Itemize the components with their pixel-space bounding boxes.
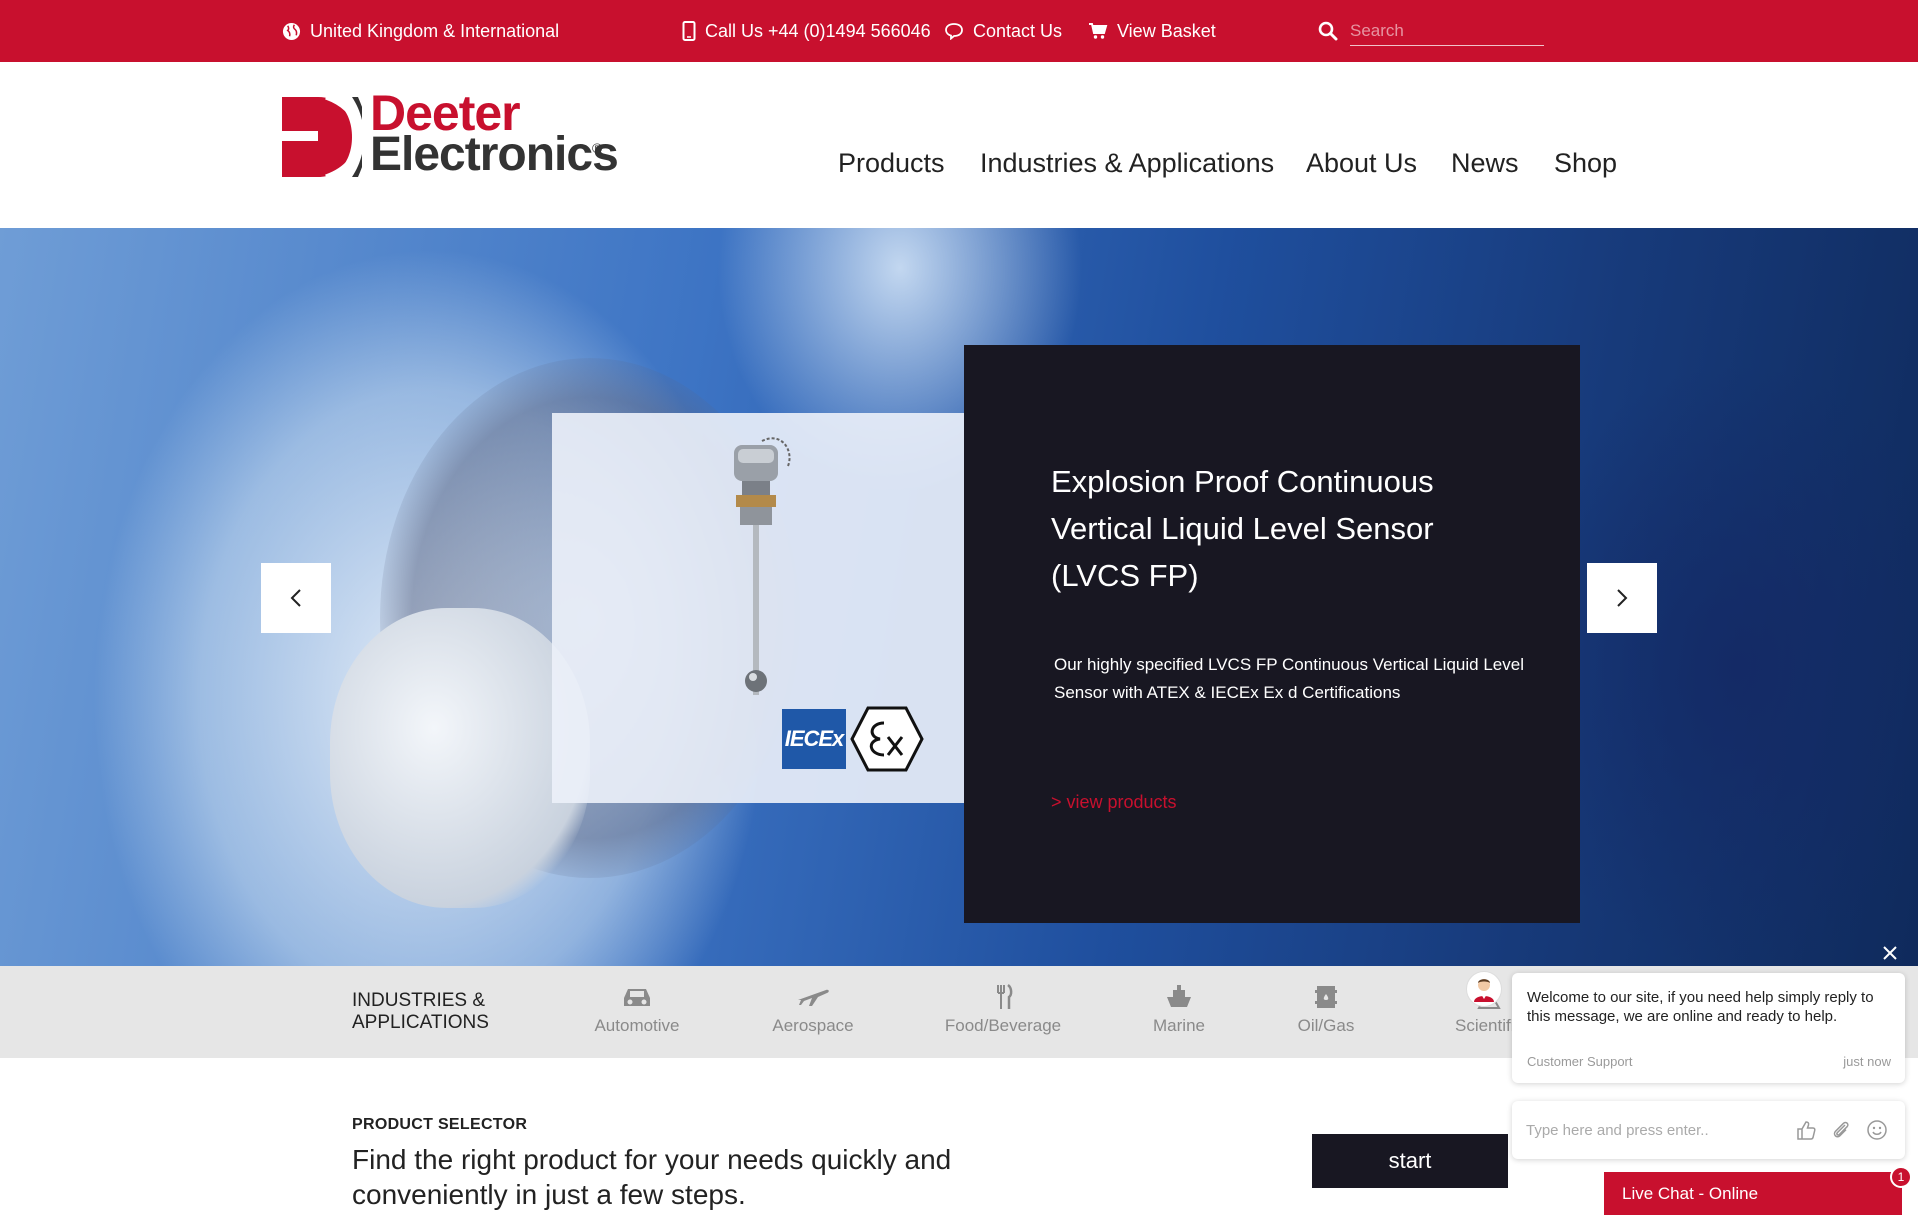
chat-message-text: Welcome to our site, if you need help si…: [1527, 989, 1874, 1025]
industry-label: Food/Beverage: [944, 1016, 1062, 1035]
nav-shop[interactable]: Shop: [1554, 148, 1617, 179]
contact-us-link[interactable]: Contact Us: [944, 19, 1062, 43]
support-agent-icon: [1474, 979, 1494, 1002]
industry-food-beverage[interactable]: Food/Beverage: [944, 984, 1062, 1036]
slide-description: Our highly specified LVCS FP Continuous …: [1054, 655, 1524, 702]
search-input[interactable]: [1350, 16, 1544, 46]
search-box: [1318, 16, 1544, 46]
phone-icon: [682, 21, 696, 41]
view-basket-label: View Basket: [1117, 20, 1216, 41]
logo-mark-icon: [282, 97, 362, 177]
call-us-label: Call Us +44 (0)1494 566046: [705, 20, 931, 41]
nav-industries[interactable]: Industries & Applications: [980, 148, 1274, 179]
start-button[interactable]: start: [1312, 1134, 1508, 1188]
nav-news[interactable]: News: [1451, 148, 1519, 179]
product-image-card: IECEx: [552, 413, 964, 803]
airplane-icon: [798, 989, 829, 1006]
registered-mark: ®: [592, 140, 603, 156]
top-bar: United Kingdom & International Call Us +…: [0, 0, 1918, 62]
oil-barrel-icon: [1315, 986, 1337, 1008]
nav-products[interactable]: Products: [838, 148, 945, 179]
chat-close-icon[interactable]: [1880, 943, 1900, 963]
thumbs-up-icon[interactable]: [1795, 1119, 1817, 1141]
fork-knife-icon: [997, 984, 1013, 1009]
site-header: Deeter Electronics ® Products Industries…: [0, 62, 1918, 228]
industry-label: Marine: [1153, 1016, 1205, 1035]
region-selector[interactable]: United Kingdom & International: [282, 19, 559, 43]
speech-bubble-icon: [945, 23, 963, 40]
view-basket-link[interactable]: View Basket: [1088, 19, 1216, 43]
hero-background-mask: [330, 608, 590, 908]
iecex-badge: IECEx: [782, 709, 846, 769]
ship-icon: [1167, 985, 1191, 1007]
logo-text: Deeter Electronics: [370, 88, 619, 181]
paperclip-icon[interactable]: [1830, 1119, 1852, 1141]
chat-input-box: [1512, 1101, 1905, 1159]
slider-prev-button[interactable]: [261, 563, 331, 633]
chevron-left-icon: [290, 589, 301, 607]
product-selector-label: PRODUCT SELECTOR: [352, 1116, 528, 1133]
industries-title: INDUSTRIES & APPLICATIONS: [352, 990, 489, 1033]
cart-icon: [1089, 23, 1108, 39]
level-sensor-image: [734, 437, 791, 695]
slide-title: Explosion Proof Continuous Vertical Liqu…: [1051, 464, 1434, 593]
contact-us-label: Contact Us: [973, 20, 1063, 41]
industry-label: Aerospace: [772, 1016, 854, 1035]
industry-automotive[interactable]: Automotive: [592, 984, 682, 1036]
call-us-link[interactable]: Call Us +44 (0)1494 566046: [682, 19, 931, 43]
chevron-right-icon: [1617, 589, 1628, 607]
industry-oil-gas[interactable]: Oil/Gas: [1296, 984, 1356, 1036]
globe-icon: [282, 22, 301, 40]
chat-sender: Customer Support: [1527, 1054, 1633, 1069]
region-label: United Kingdom & International: [310, 20, 560, 41]
slider-next-button[interactable]: [1587, 563, 1657, 633]
industry-label: Automotive: [594, 1016, 680, 1035]
industry-aerospace[interactable]: Aerospace: [772, 984, 854, 1036]
agent-avatar: [1466, 971, 1502, 1007]
atex-ex-icon: [850, 706, 924, 772]
industry-label: Oil/Gas: [1297, 1016, 1355, 1035]
chat-message-bubble: Welcome to our site, if you need help si…: [1512, 973, 1905, 1083]
chat-timestamp: just now: [1843, 1054, 1891, 1069]
deeter-logo[interactable]: Deeter Electronics ®: [282, 88, 619, 192]
slide-info-card: Explosion Proof Continuous Vertical Liqu…: [964, 345, 1580, 923]
live-chat-bar[interactable]: Live Chat - Online: [1604, 1172, 1902, 1215]
nav-about[interactable]: About Us: [1306, 148, 1417, 179]
product-selector-text: Find the right product for your needs qu…: [352, 1144, 952, 1210]
industry-marine[interactable]: Marine: [1152, 984, 1206, 1036]
search-icon[interactable]: [1318, 21, 1338, 41]
view-products-link[interactable]: > view products: [1051, 792, 1177, 813]
chat-input[interactable]: [1526, 1115, 1786, 1145]
emoji-icon[interactable]: [1866, 1119, 1888, 1141]
hero-slider: IECEx Explosion Proof Continuous Vertica…: [0, 228, 1918, 966]
logo-line-2: Electronics: [370, 128, 619, 181]
car-icon: [624, 989, 650, 1006]
chat-unread-badge: 1: [1890, 1166, 1912, 1188]
